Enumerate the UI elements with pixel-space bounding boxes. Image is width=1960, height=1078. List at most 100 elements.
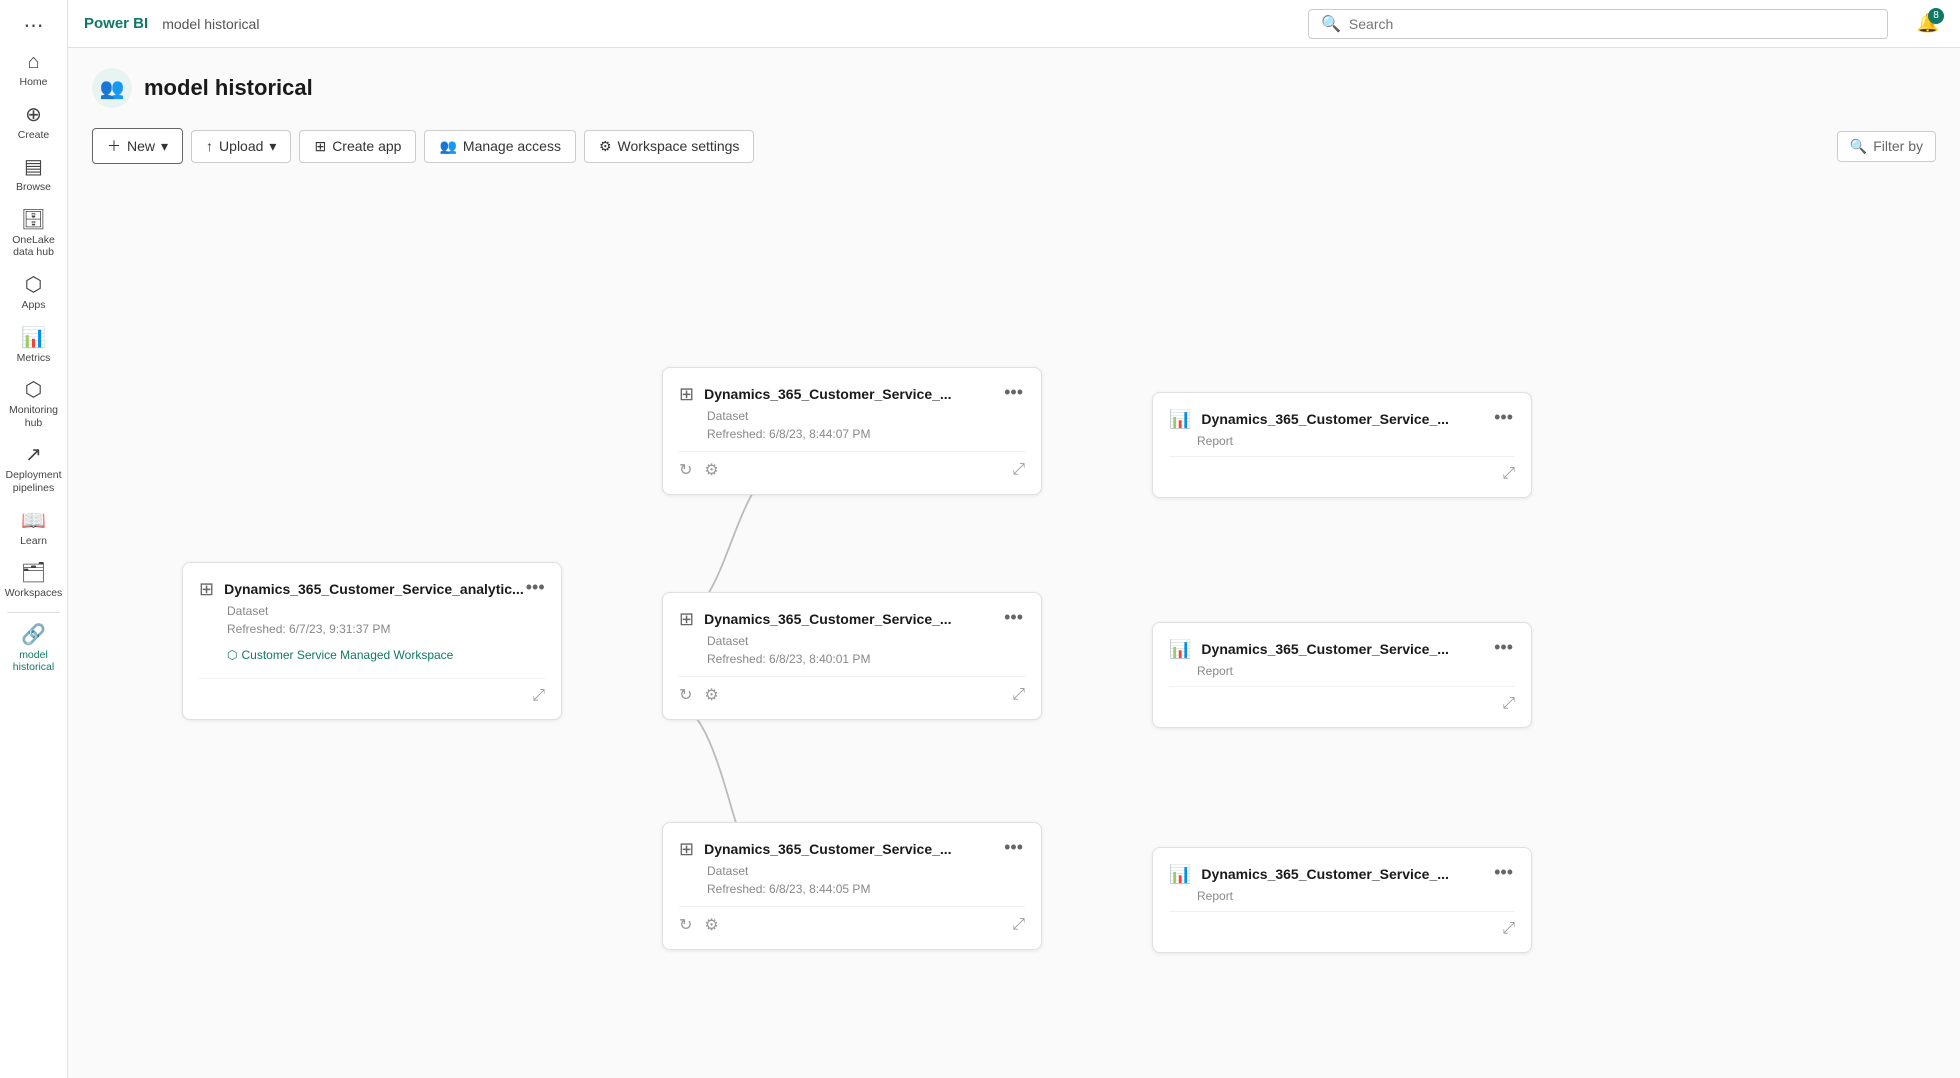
- card-footer: ↻ ⚙ ⤢: [679, 676, 1025, 705]
- card-title-area: ⊞ Dynamics_365_Customer_Service_...: [679, 837, 952, 860]
- manage-access-button[interactable]: 👥 Manage access: [424, 130, 576, 163]
- report-card-2: 📊 Dynamics_365_Customer_Service_... ••• …: [1152, 847, 1532, 953]
- card-header: ⊞ Dynamics_365_Customer_Service_... •••: [679, 382, 1025, 405]
- settings-icon[interactable]: ⚙: [704, 685, 718, 705]
- card-footer: ⤢: [199, 678, 545, 705]
- settings-icon[interactable]: ⚙: [704, 915, 718, 935]
- sidebar-item-menu[interactable]: ⋯: [0, 8, 67, 44]
- card-header: ⊞ Dynamics_365_Customer_Service_... •••: [679, 607, 1025, 630]
- card-footer-icons: ↻ ⚙: [679, 915, 719, 935]
- card-header: 📊 Dynamics_365_Customer_Service_... •••: [1169, 862, 1515, 885]
- card-footer-icons: ↻ ⚙: [679, 460, 719, 480]
- metrics-icon: 📊: [21, 328, 46, 348]
- sidebar-item-workspaces[interactable]: 🗂 Workspaces: [0, 555, 67, 608]
- card-name: Dynamics_365_Customer_Service_...: [704, 611, 951, 627]
- sidebar-item-monitoring[interactable]: ⬡ Monitoring hub: [0, 372, 67, 437]
- expand-icon[interactable]: ⤢: [532, 687, 545, 705]
- sidebar-item-home[interactable]: ⌂ Home: [0, 44, 67, 97]
- card-name: Dynamics_365_Customer_Service_analytic..…: [224, 581, 524, 597]
- filter-search-icon: 🔍: [1850, 138, 1867, 155]
- expand-icon[interactable]: ⤢: [1502, 920, 1515, 938]
- card-type: Report: [1197, 889, 1515, 903]
- filter-box[interactable]: 🔍 Filter by: [1837, 131, 1936, 162]
- more-options-button[interactable]: •••: [1492, 407, 1515, 428]
- notification-button[interactable]: 🔔 8: [1912, 8, 1944, 40]
- new-button[interactable]: ＋ New ▾: [92, 128, 183, 164]
- plus-icon: ＋: [107, 136, 121, 156]
- sidebar-item-label: Home: [19, 76, 47, 89]
- chevron-down-icon: ▾: [161, 138, 168, 155]
- sidebar-item-apps[interactable]: ⬡ Apps: [0, 267, 67, 320]
- deployment-icon: ↗: [25, 445, 42, 465]
- sidebar-item-label: Deployment pipelines: [4, 469, 63, 494]
- topbar: Power BI model historical 🔍 🔔 8: [68, 0, 1960, 48]
- browse-icon: ▤: [24, 157, 43, 177]
- card-title-area: ⊞ Dynamics_365_Customer_Service_...: [679, 382, 952, 405]
- settings-icon[interactable]: ⚙: [704, 460, 718, 480]
- card-refresh: Refreshed: 6/8/23, 8:40:01 PM: [707, 652, 1025, 666]
- sidebar-item-metrics[interactable]: 📊 Metrics: [0, 320, 67, 373]
- refresh-icon[interactable]: ↻: [679, 915, 692, 935]
- expand-icon[interactable]: ⤢: [1012, 686, 1025, 704]
- toolbar: ＋ New ▾ ↑ Upload ▾ ⊞ Create app 👥 Manage…: [92, 128, 1936, 164]
- refresh-icon[interactable]: ↻: [679, 460, 692, 480]
- chevron-down-icon: ▾: [269, 138, 276, 155]
- card-footer: ⤢: [1169, 911, 1515, 938]
- sidebar-item-onelake[interactable]: 🗄 OneLake data hub: [0, 202, 67, 267]
- create-app-icon: ⊞: [314, 138, 326, 155]
- workspace-icon: 👥: [92, 68, 132, 108]
- search-box[interactable]: 🔍: [1308, 9, 1888, 39]
- refresh-icon[interactable]: ↻: [679, 685, 692, 705]
- upload-button[interactable]: ↑ Upload ▾: [191, 130, 291, 163]
- more-options-button[interactable]: •••: [1002, 382, 1025, 403]
- source-card: ⊞ Dynamics_365_Customer_Service_analytic…: [182, 562, 562, 720]
- topbar-right: 🔔 8: [1912, 8, 1944, 40]
- expand-icon[interactable]: ⤢: [1012, 461, 1025, 479]
- page-title: model historical: [144, 75, 313, 101]
- card-title-area: ⊞ Dynamics_365_Customer_Service_analytic…: [199, 577, 524, 600]
- report-icon: 📊: [1169, 639, 1191, 660]
- more-options-button[interactable]: •••: [1492, 862, 1515, 883]
- workspaces-icon: 🗂: [21, 563, 46, 583]
- more-options-button[interactable]: •••: [1002, 837, 1025, 858]
- upload-icon: ↑: [206, 138, 213, 154]
- expand-icon[interactable]: ⤢: [1012, 916, 1025, 934]
- dataset-icon: ⊞: [679, 839, 694, 860]
- middle-card-0: ⊞ Dynamics_365_Customer_Service_... ••• …: [662, 367, 1042, 495]
- sidebar-item-learn[interactable]: 📖 Learn: [0, 503, 67, 556]
- lineage-canvas: ⊞ Dynamics_365_Customer_Service_analytic…: [92, 192, 1936, 892]
- more-options-button[interactable]: •••: [1492, 637, 1515, 658]
- card-header: 📊 Dynamics_365_Customer_Service_... •••: [1169, 407, 1515, 430]
- middle-card-1: ⊞ Dynamics_365_Customer_Service_... ••• …: [662, 592, 1042, 720]
- app-logo[interactable]: Power BI: [84, 15, 148, 32]
- sidebar-item-create[interactable]: ⊕ Create: [0, 97, 67, 150]
- monitoring-icon: ⬡: [25, 380, 42, 400]
- workspace-settings-button[interactable]: ⚙ Workspace settings: [584, 130, 754, 163]
- create-app-button[interactable]: ⊞ Create app: [299, 130, 416, 163]
- sidebar-item-model-historical[interactable]: 🔗 model historical: [0, 617, 67, 682]
- topbar-workspace: model historical: [162, 16, 259, 32]
- model-historical-icon: 🔗: [21, 625, 46, 645]
- card-footer: ↻ ⚙ ⤢: [679, 906, 1025, 935]
- search-input[interactable]: [1349, 16, 1875, 32]
- search-icon: 🔍: [1321, 14, 1341, 34]
- card-type: Dataset: [707, 864, 1025, 878]
- sidebar-item-label: Monitoring hub: [4, 404, 63, 429]
- more-options-button[interactable]: •••: [524, 577, 547, 598]
- more-options-button[interactable]: •••: [1002, 607, 1025, 628]
- card-type: Dataset: [707, 409, 1025, 423]
- expand-icon[interactable]: ⤢: [1502, 465, 1515, 483]
- card-header: 📊 Dynamics_365_Customer_Service_... •••: [1169, 637, 1515, 660]
- card-header: ⊞ Dynamics_365_Customer_Service_analytic…: [199, 577, 545, 600]
- sidebar-item-browse[interactable]: ▤ Browse: [0, 149, 67, 202]
- sidebar-item-deployment[interactable]: ↗ Deployment pipelines: [0, 437, 67, 502]
- card-title-area: 📊 Dynamics_365_Customer_Service_...: [1169, 862, 1449, 885]
- menu-icon: ⋯: [24, 16, 44, 36]
- expand-icon[interactable]: ⤢: [1502, 695, 1515, 713]
- main-content: 👥 model historical ＋ New ▾ ↑ Upload ▾ ⊞ …: [68, 48, 1960, 1078]
- workspace-tag-icon: ⬡: [227, 648, 237, 662]
- page-header: 👥 model historical: [92, 68, 1936, 108]
- card-title-area: ⊞ Dynamics_365_Customer_Service_...: [679, 607, 952, 630]
- card-name: Dynamics_365_Customer_Service_...: [1201, 411, 1448, 427]
- card-title-area: 📊 Dynamics_365_Customer_Service_...: [1169, 407, 1449, 430]
